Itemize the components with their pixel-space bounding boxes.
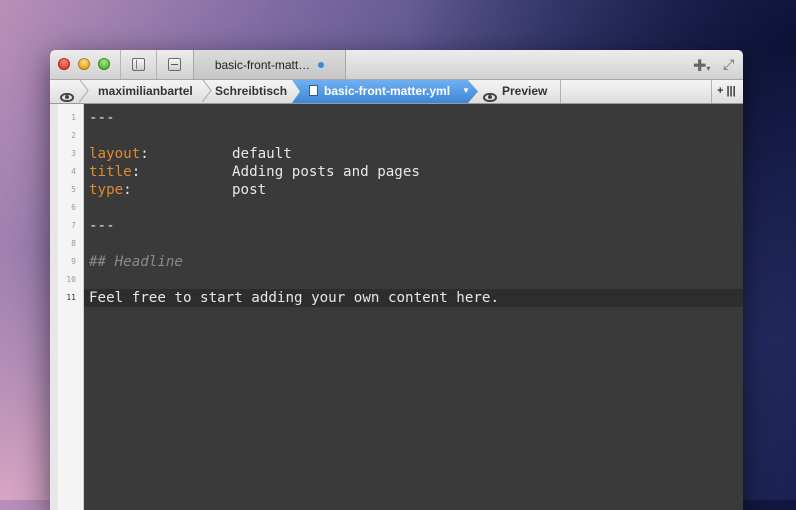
drawer-icon bbox=[168, 58, 181, 71]
yaml-value: post bbox=[232, 182, 267, 198]
line-number-gutter: 1 2 3 4 5 6 7 8 9 10 11 bbox=[50, 104, 84, 510]
add-split-button[interactable]: + ||| bbox=[717, 80, 736, 103]
yaml-key: title bbox=[89, 164, 132, 180]
file-icon bbox=[309, 85, 318, 96]
yaml-value: default bbox=[232, 146, 292, 162]
fullscreen-icon[interactable]: ⤢ bbox=[723, 56, 734, 73]
breadcrumb-file-label: basic-front-matter.yml bbox=[324, 84, 451, 98]
line-number: 10 bbox=[66, 275, 76, 284]
yaml-colon: : bbox=[140, 146, 149, 162]
code-line: type: post bbox=[84, 181, 743, 199]
line-number: 7 bbox=[71, 221, 76, 230]
code-line: --- bbox=[84, 217, 743, 235]
zoom-window-button[interactable] bbox=[98, 58, 110, 70]
line-number: 9 bbox=[71, 257, 76, 266]
divider bbox=[711, 80, 712, 103]
breadcrumb-separator bbox=[193, 78, 212, 103]
markdown-heading: ## Headline bbox=[89, 254, 183, 270]
line-number: 4 bbox=[71, 167, 76, 176]
line-number: 3 bbox=[71, 149, 76, 158]
code-line: --- bbox=[84, 109, 743, 127]
chevron-down-icon: ▼ bbox=[462, 86, 470, 95]
breadcrumb: maximilianbartel Schreibtisch basic-fron… bbox=[50, 78, 743, 104]
document-tab[interactable]: basic-front-matt… bbox=[193, 50, 346, 79]
breadcrumb-item-file[interactable]: basic-front-matter.yml ▼ bbox=[292, 80, 478, 103]
line-number: 1 bbox=[71, 113, 76, 122]
yaml-key: type bbox=[89, 182, 124, 198]
code-line: layout: default bbox=[84, 145, 743, 163]
breadcrumb-item-desktop[interactable]: Schreibtisch bbox=[215, 80, 287, 103]
line-number: 5 bbox=[71, 185, 76, 194]
preview-eye-icon-wrap bbox=[483, 87, 497, 102]
sidebar-icon bbox=[132, 58, 145, 71]
yaml-colon: : bbox=[123, 182, 132, 198]
title-bar: basic-front-matt… ✚▾ ⤢ bbox=[50, 50, 743, 80]
add-tab-icon[interactable]: ✚▾ bbox=[693, 56, 710, 76]
minimize-window-button[interactable] bbox=[78, 58, 90, 70]
document-tab-title: basic-front-matt… bbox=[214, 57, 311, 72]
front-matter-delimiter: --- bbox=[89, 218, 115, 234]
current-code-line: Feel free to start adding your own conte… bbox=[84, 289, 743, 307]
yaml-value: Adding posts and pages bbox=[232, 164, 420, 180]
eye-icon bbox=[60, 93, 74, 102]
editor-window: basic-front-matt… ✚▾ ⤢ maximilianbartel … bbox=[50, 50, 743, 510]
line-number: 8 bbox=[71, 239, 76, 248]
toggle-drawer-button[interactable] bbox=[156, 50, 192, 79]
body-text: Feel free to start adding your own conte… bbox=[89, 290, 499, 306]
yaml-key: layout bbox=[89, 146, 141, 162]
line-number: 11 bbox=[66, 293, 76, 302]
text-editor[interactable]: 1 2 3 4 5 6 7 8 9 10 11 --- layout: defau… bbox=[50, 104, 743, 510]
code-line: title: Adding posts and pages bbox=[84, 163, 743, 181]
breadcrumb-item-user[interactable]: maximilianbartel bbox=[98, 80, 193, 103]
close-window-button[interactable] bbox=[58, 58, 70, 70]
yaml-colon: : bbox=[131, 164, 141, 180]
line-number: 6 bbox=[71, 203, 76, 212]
edited-indicator-icon bbox=[318, 61, 325, 68]
preview-button[interactable]: Preview bbox=[502, 80, 547, 103]
eye-icon bbox=[483, 93, 497, 102]
front-matter-delimiter: --- bbox=[89, 110, 115, 126]
code-line: ## Headline bbox=[84, 253, 743, 271]
line-number: 2 bbox=[71, 131, 76, 140]
divider bbox=[560, 80, 561, 103]
toggle-sidebar-button[interactable] bbox=[120, 50, 156, 79]
